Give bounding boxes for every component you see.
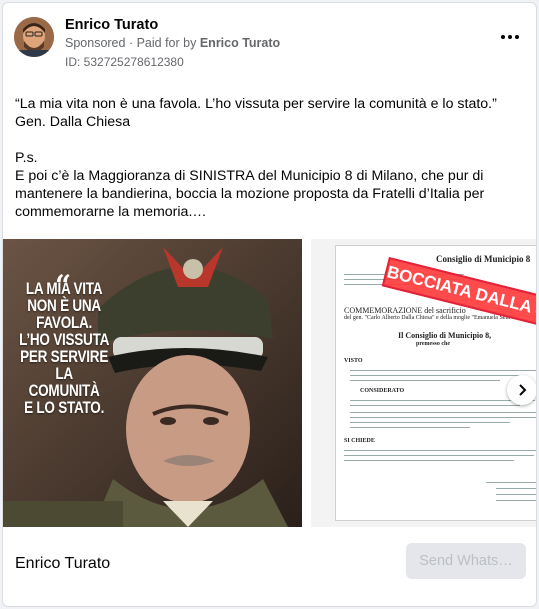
paid-for-prefix: Paid for by (136, 36, 197, 50)
document-line (350, 375, 520, 376)
document-line (344, 450, 536, 451)
document-line (496, 488, 536, 489)
ad-id: ID: 532725278612380 (65, 55, 184, 69)
post-text-attribution: Gen. Dalla Chiesa (15, 114, 131, 130)
document-premesso: premesso che (416, 341, 451, 347)
footer-page-name[interactable]: Enrico Turato (15, 555, 110, 573)
avatar-photo (14, 17, 54, 57)
document-line (486, 482, 536, 483)
meta-separator: · (128, 36, 137, 50)
paid-for-name: Enrico Turato (199, 36, 281, 50)
post-text-body[interactable]: E poi c’è la Maggioranza di SINISTRA del… (15, 167, 525, 221)
post-text: “La mia vita non è una favola. L’ho viss… (15, 95, 525, 221)
more-dots-icon (501, 35, 505, 39)
post-text-quote: “La mia vita non è una favola. L’ho viss… (15, 96, 497, 112)
quote-line: L’HO VISSUTA (19, 331, 110, 349)
document-line (350, 412, 536, 413)
carousel-next-button[interactable] (507, 375, 536, 405)
more-dots-icon (515, 35, 519, 39)
more-dots-icon (508, 35, 512, 39)
document-line (350, 427, 470, 428)
author-name[interactable]: Enrico Turato (65, 17, 158, 33)
carousel-slide-document[interactable]: Consiglio di Municipio 8 COMMEMORAZIONE … (311, 239, 536, 527)
sponsored-meta: Sponsored · Paid for by Enrico Turato (65, 36, 280, 50)
quote-line: LA COMUNITÀ (28, 365, 100, 400)
sponsored-label: Sponsored (65, 36, 126, 50)
portrait-quote-overlay: LA MIA VITA NON È UNA FAVOLA. L’HO VISSU… (19, 281, 109, 417)
quote-line: NON È UNA (27, 297, 101, 315)
document-council: Il Consiglio di Municipio 8, (398, 331, 492, 340)
image-carousel[interactable]: “ LA MIA VITA NON È UNA FAVOLA. L’HO VIS… (3, 239, 536, 527)
document-considerato: CONSIDERATO (360, 388, 405, 394)
quote-line: FAVOLA. (36, 314, 93, 332)
ad-post-card: Enrico Turato Sponsored · Paid for by En… (2, 2, 537, 607)
document-line (350, 422, 510, 423)
document-heading: Consiglio di Municipio 8 (436, 254, 531, 264)
document-si-chiede: SI CHIEDE (344, 438, 375, 444)
chevron-right-icon (519, 384, 527, 396)
send-whatsapp-button[interactable]: Send Whats… (406, 543, 526, 579)
post-text-ps: P.s. (15, 150, 38, 166)
post-header: Enrico Turato Sponsored · Paid for by En… (3, 3, 536, 73)
quote-line: PER SERVIRE (20, 348, 109, 366)
carousel-slide-portrait[interactable]: “ LA MIA VITA NON È UNA FAVOLA. L’HO VIS… (3, 239, 302, 527)
more-options-button[interactable] (498, 29, 522, 45)
document-line (350, 400, 535, 401)
document-line (344, 455, 534, 456)
document-line (496, 500, 536, 501)
post-footer: Enrico Turato Send Whats… (3, 533, 536, 593)
document-line (350, 417, 536, 418)
document-line (350, 405, 520, 406)
document-line (496, 494, 536, 495)
document-subtitle: del gen. "Carlo Alberto Dalla Chiesa" e … (344, 315, 516, 321)
document-line (350, 380, 500, 381)
document-line (344, 460, 514, 461)
document-line (350, 370, 536, 371)
document-commemoration: COMMEMORAZIONE del sacrificio (344, 306, 466, 315)
quote-line: LA MIA VITA (25, 280, 103, 298)
document-visto: VISTO (344, 358, 363, 364)
avatar[interactable] (14, 17, 54, 57)
quote-line: E LO STATO. (24, 399, 105, 417)
